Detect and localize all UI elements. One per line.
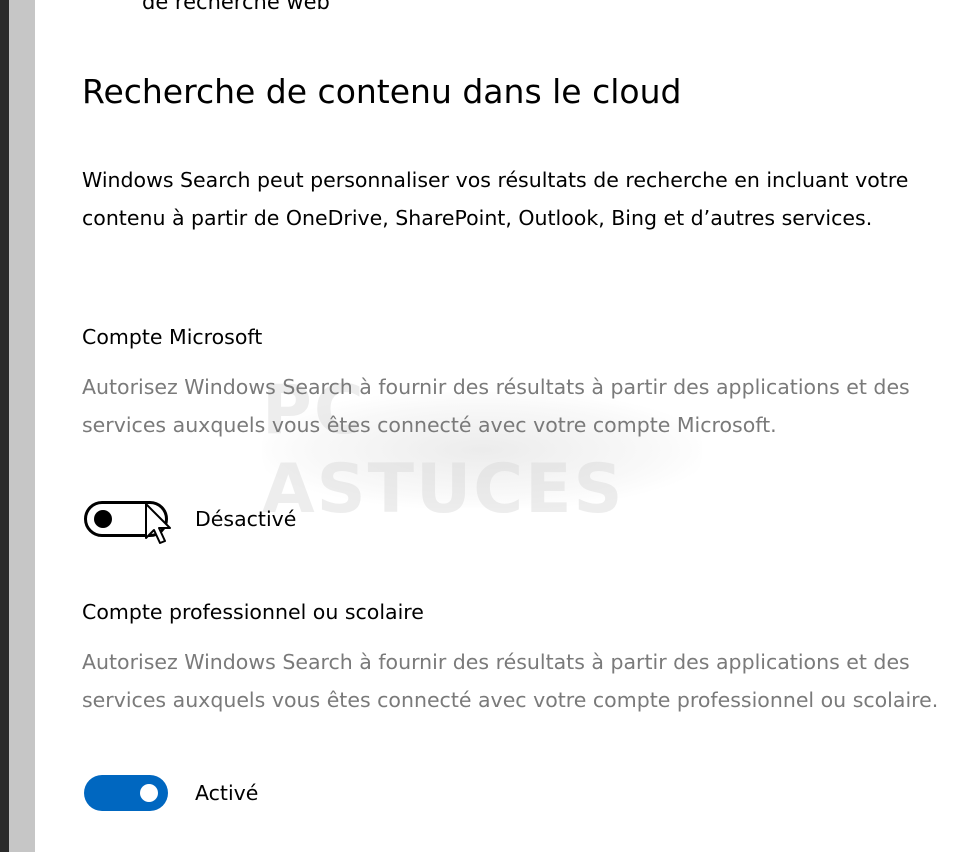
window-left-border (0, 0, 9, 852)
previous-section-text: de recherche web (142, 0, 330, 14)
work-account-heading: Compte professionnel ou scolaire (82, 600, 424, 624)
section-intro: Windows Search peut personnaliser vos ré… (82, 168, 909, 230)
toggle-knob (140, 784, 158, 802)
microsoft-account-heading: Compte Microsoft (82, 325, 263, 349)
work-account-toggle-state: Activé (195, 781, 259, 805)
work-account-toggle[interactable] (84, 775, 168, 811)
navigation-rail (9, 0, 35, 852)
work-account-description: Autorisez Windows Search à fournir des r… (82, 650, 939, 712)
microsoft-account-toggle-state: Désactivé (195, 507, 297, 531)
microsoft-account-description: Autorisez Windows Search à fournir des r… (82, 375, 910, 437)
section-title: Recherche de contenu dans le cloud (82, 72, 682, 111)
microsoft-account-toggle[interactable] (84, 501, 168, 537)
toggle-knob (94, 510, 112, 528)
